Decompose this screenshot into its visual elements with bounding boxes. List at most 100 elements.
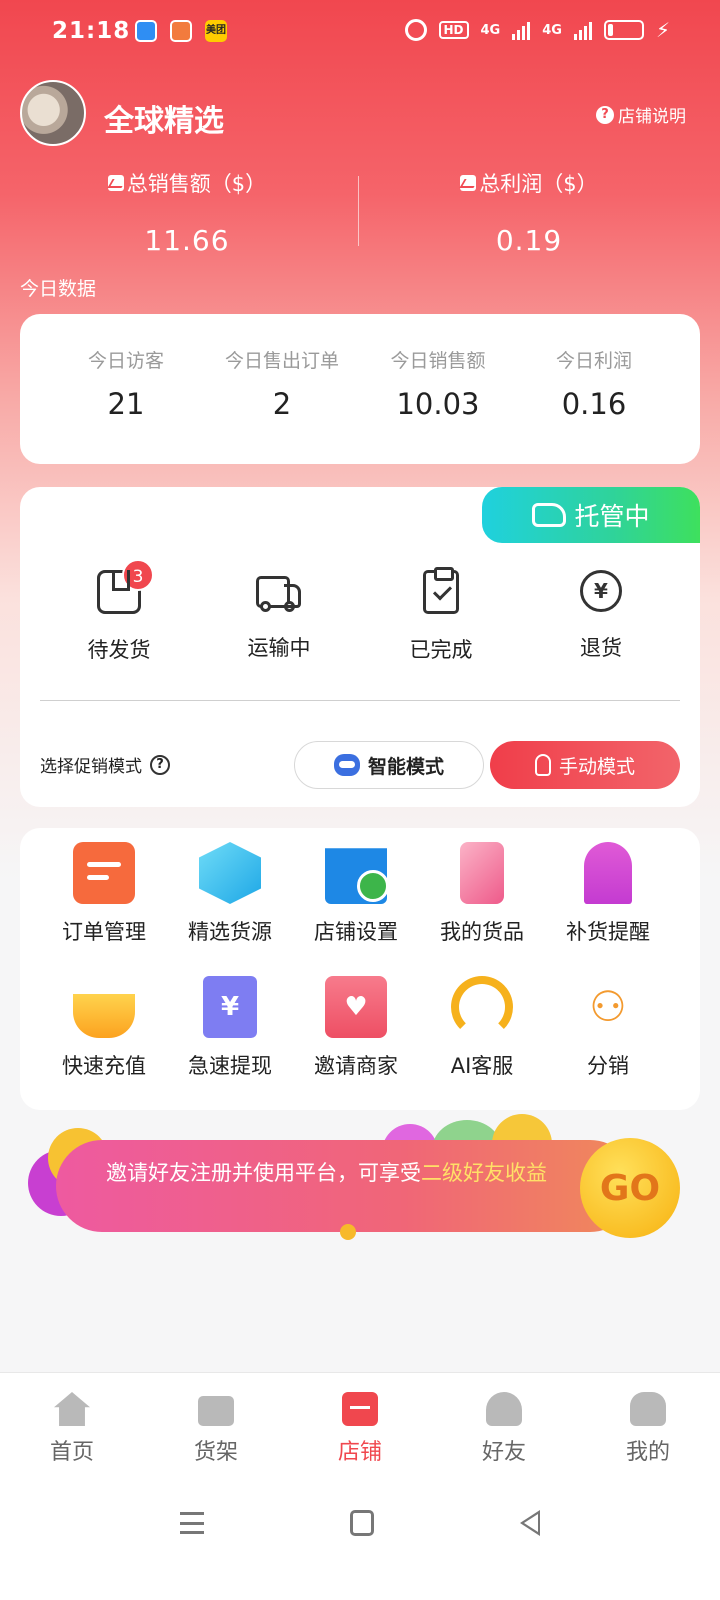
- box-source-icon: [199, 842, 261, 904]
- battery-icon: [603, 20, 644, 40]
- store-name: 全球精选: [104, 104, 224, 139]
- menu-label: 快速充值: [62, 1054, 146, 1078]
- tab-label: 首页: [49, 1440, 94, 1465]
- menu-restock-reminder[interactable]: 补货提醒: [544, 842, 672, 946]
- store-avatar[interactable]: [20, 80, 86, 146]
- smart-mode-button[interactable]: 智能模式: [294, 741, 484, 789]
- managed-status-badge[interactable]: 托管中: [482, 487, 700, 543]
- signal-icon: [573, 20, 592, 40]
- total-profit-label: 总利润（$）: [479, 172, 598, 196]
- today-sales-stat: 今日销售额 10.03: [358, 346, 518, 421]
- store-settings-icon: [325, 848, 387, 904]
- order-manage-icon: [73, 842, 135, 904]
- total-sales-value: 11.66: [144, 224, 230, 257]
- menu-label: AI客服: [450, 1054, 514, 1078]
- charging-icon: ⚡: [655, 18, 670, 42]
- profile-icon: [630, 1392, 666, 1426]
- menu-quick-topup[interactable]: 快速充值: [40, 976, 168, 1080]
- question-icon[interactable]: ?: [150, 754, 170, 775]
- menu-label: 分销: [587, 1054, 629, 1078]
- topup-icon: [73, 994, 135, 1038]
- invite-banner-text: 邀请好友注册并使用平台，可享受: [106, 1161, 421, 1185]
- tab-label: 好友: [481, 1440, 526, 1465]
- menu-my-goods[interactable]: 我的货品: [418, 842, 546, 946]
- shelf-bag-icon: [198, 1396, 234, 1426]
- menu-curated-sources[interactable]: 精选货源: [166, 842, 294, 946]
- menu-store-settings[interactable]: 店铺设置: [292, 842, 420, 946]
- menu-order-manage[interactable]: 订单管理: [40, 842, 168, 946]
- manual-mode-label: 手动模式: [558, 755, 635, 778]
- menu-fast-withdraw[interactable]: ¥ 急速提现: [166, 976, 294, 1080]
- stat-label: 今日访客: [87, 350, 164, 372]
- manual-mode-button[interactable]: 手动模式: [490, 741, 680, 789]
- nav-menu-icon[interactable]: [180, 1512, 204, 1534]
- stat-value: 0.16: [561, 387, 627, 421]
- order-completed[interactable]: 已完成: [366, 567, 516, 664]
- status-indicators: HD 4G 4G ⚡: [404, 18, 670, 42]
- invite-friends-banner[interactable]: 邀请好友注册并使用平台，可享受二级好友收益: [56, 1140, 636, 1232]
- invite-envelope-icon: ♥: [325, 976, 387, 1038]
- invite-banner-highlight: 二级好友收益: [421, 1161, 547, 1185]
- nav-home-icon[interactable]: [350, 1510, 374, 1536]
- promotion-mode-label: 选择促销模式 ?: [40, 752, 170, 777]
- menu-ai-service[interactable]: AI客服: [418, 976, 546, 1080]
- total-profit-summary: 总利润（$） 0.19: [364, 168, 694, 257]
- today-data-title: 今日数据: [20, 278, 97, 300]
- signal-icon: [512, 20, 531, 40]
- pending-count-badge: 3: [122, 559, 154, 591]
- stat-label: 今日销售额: [390, 350, 486, 372]
- order-label: 待发货: [87, 638, 151, 662]
- robot-icon: [333, 754, 360, 776]
- package-icon: 3: [97, 559, 154, 614]
- withdraw-icon: ¥: [203, 976, 257, 1038]
- today-visitors-stat: 今日访客 21: [46, 346, 206, 421]
- trend-chart-icon: [107, 175, 124, 191]
- store-help-link[interactable]: ? 店铺说明: [596, 102, 686, 127]
- bell-reminder-icon: [584, 842, 632, 904]
- tab-home[interactable]: 首页: [2, 1392, 142, 1466]
- total-profit-value: 0.19: [495, 224, 563, 257]
- promotion-mode-text: 选择促销模式: [40, 757, 142, 777]
- smart-mode-label: 智能模式: [367, 755, 444, 778]
- menu-invite-merchant[interactable]: ♥ 邀请商家: [292, 976, 420, 1080]
- stat-label: 今日售出订单: [224, 350, 339, 372]
- clipboard-check-icon: [423, 567, 459, 614]
- menu-label: 邀请商家: [314, 1054, 398, 1078]
- banner-decoration: [340, 1224, 356, 1240]
- distribution-icon: ⚇: [589, 982, 627, 1031]
- tab-shelf[interactable]: 货架: [146, 1392, 286, 1466]
- tab-store[interactable]: 店铺: [290, 1392, 430, 1466]
- summary-divider: [358, 176, 359, 246]
- nav-back-icon[interactable]: [520, 1510, 540, 1536]
- home-icon: [54, 1392, 90, 1426]
- hd-icon: HD: [438, 21, 469, 39]
- tab-label: 我的: [625, 1440, 670, 1465]
- order-label: 运输中: [247, 636, 311, 660]
- notification-app-icon: [135, 20, 157, 42]
- menu-label: 店铺设置: [314, 920, 398, 944]
- network-4g-label: 4G: [480, 22, 501, 38]
- menu-label: 急速提现: [188, 1054, 272, 1078]
- stat-label: 今日利润: [555, 350, 632, 372]
- network-4g-label: 4G: [542, 22, 562, 38]
- alarm-icon: [404, 19, 427, 41]
- headset-icon: [451, 976, 513, 1038]
- order-label: 已完成: [409, 638, 473, 662]
- order-returns[interactable]: ¥ 退货: [526, 570, 676, 662]
- help-icon: ?: [596, 105, 614, 124]
- order-label: 退货: [580, 636, 622, 660]
- menu-label: 订单管理: [62, 920, 146, 944]
- stat-value: 2: [272, 387, 292, 421]
- hosting-hand-icon: [532, 503, 567, 527]
- system-nav-bar: [0, 1490, 720, 1600]
- tab-me[interactable]: 我的: [578, 1392, 718, 1466]
- notification-app-icon: [170, 20, 192, 42]
- menu-distribution[interactable]: ⚇ 分销: [544, 976, 672, 1080]
- invite-go-button[interactable]: GO: [580, 1138, 680, 1238]
- tab-friends[interactable]: 好友: [434, 1392, 574, 1466]
- store-icon: [342, 1392, 378, 1426]
- order-pending-shipment[interactable]: 3 待发货: [44, 559, 194, 664]
- truck-icon: [256, 574, 302, 612]
- order-in-transit[interactable]: 运输中: [204, 570, 354, 662]
- tab-label: 店铺: [337, 1440, 382, 1465]
